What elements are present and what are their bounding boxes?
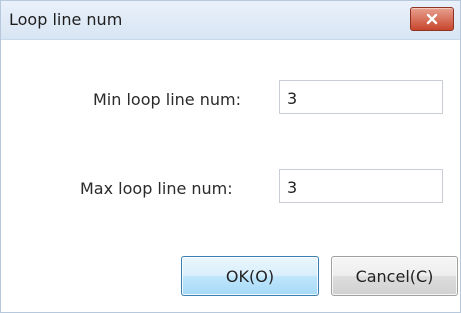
dialog-title: Loop line num <box>9 10 123 29</box>
cancel-button-label: Cancel(C) <box>355 266 434 286</box>
max-loop-label: Max loop line num: <box>80 179 233 198</box>
close-button[interactable] <box>410 7 454 31</box>
title-bar[interactable]: Loop line num <box>1 1 460 40</box>
close-x-icon <box>426 13 438 25</box>
max-loop-value: 3 <box>287 178 298 197</box>
ok-button[interactable]: OK(O) <box>181 256 319 296</box>
dialog-window: Loop line num Min loop line num: 3 Max l… <box>0 0 461 313</box>
min-loop-label: Min loop line num: <box>93 90 241 109</box>
min-loop-value: 3 <box>287 89 298 108</box>
cancel-button[interactable]: Cancel(C) <box>331 256 458 296</box>
ok-button-label: OK(O) <box>225 266 275 286</box>
max-loop-input[interactable]: 3 <box>279 169 443 203</box>
min-loop-input[interactable]: 3 <box>279 80 443 114</box>
